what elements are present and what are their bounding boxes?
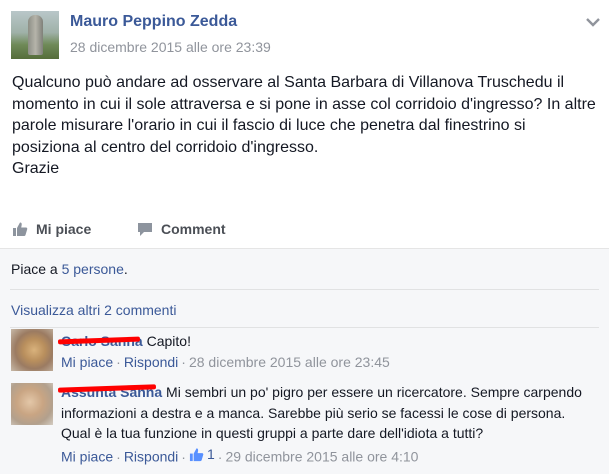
like-label: Mi piace: [36, 221, 92, 237]
likes-prefix: Piace a: [11, 261, 62, 277]
comment-meta: Mi piace · Rispondi · 1 · 29 dicembre 2015 all…: [61, 446, 419, 465]
comment-meta: Mi piace · Rispondi · 28 dicembre 2015 alle …: [61, 354, 390, 370]
comment-icon: [138, 223, 152, 236]
post-timestamp[interactable]: 28 dicembre 2015 alle ore 23:39: [70, 39, 271, 55]
commenter-name[interactable]: Carlo Sanna: [57, 333, 143, 349]
thumbs-up-icon: [13, 222, 28, 236]
comment-text-block: Assunta Sanna Mi sembri un po' pigro per…: [57, 382, 596, 444]
author-avatar[interactable]: [11, 11, 59, 59]
post-body: Qualcuno può andare ad osservare al Sant…: [12, 72, 597, 180]
author-name[interactable]: Mauro Peppino Zedda: [70, 13, 237, 31]
comment-text-block: Carlo Sanna Capito!: [57, 331, 596, 352]
action-bar: Mi piace Comment: [0, 212, 609, 246]
view-more-comments-link[interactable]: Visualizza altri 2 commenti: [11, 302, 176, 318]
likes-summary: Piace a 5 persone.: [11, 261, 128, 277]
likes-people-link[interactable]: 5 persone: [62, 261, 124, 277]
commenter-avatar[interactable]: [11, 329, 53, 371]
comment-like-link[interactable]: Mi piace: [61, 449, 113, 465]
post-text: Qualcuno può andare ad osservare al Sant…: [12, 74, 596, 156]
comment-button[interactable]: Comment: [137, 221, 609, 237]
thumbs-up-icon: [189, 447, 204, 461]
comment-reply-link[interactable]: Rispondi: [124, 449, 178, 465]
comment-timestamp[interactable]: 29 dicembre 2015 alle ore 4:10: [225, 449, 418, 465]
like-button[interactable]: Mi piace: [12, 221, 91, 237]
comments-section: Piace a 5 persone. Visualizza altri 2 co…: [0, 248, 609, 474]
like-count-value: 1: [206, 446, 215, 462]
comment-like-count[interactable]: 1: [189, 446, 215, 462]
comment-label: Comment: [161, 221, 226, 237]
commenter-name[interactable]: Assunta Sanna: [57, 384, 162, 400]
commenter-avatar[interactable]: [11, 383, 53, 425]
comment-timestamp[interactable]: 28 dicembre 2015 alle ore 23:45: [189, 354, 390, 370]
comment-reply-link[interactable]: Rispondi: [124, 354, 178, 370]
divider: [10, 289, 599, 290]
divider: [10, 327, 599, 328]
comment-text: Capito!: [146, 333, 191, 349]
post-header: Mauro Peppino Zedda 28 dicembre 2015 all…: [0, 0, 609, 66]
chevron-down-icon[interactable]: [585, 16, 601, 28]
post-closing: Grazie: [12, 160, 60, 177]
likes-suffix: .: [123, 261, 128, 277]
menhir-image: [28, 15, 43, 55]
comment-like-link[interactable]: Mi piace: [61, 354, 113, 370]
